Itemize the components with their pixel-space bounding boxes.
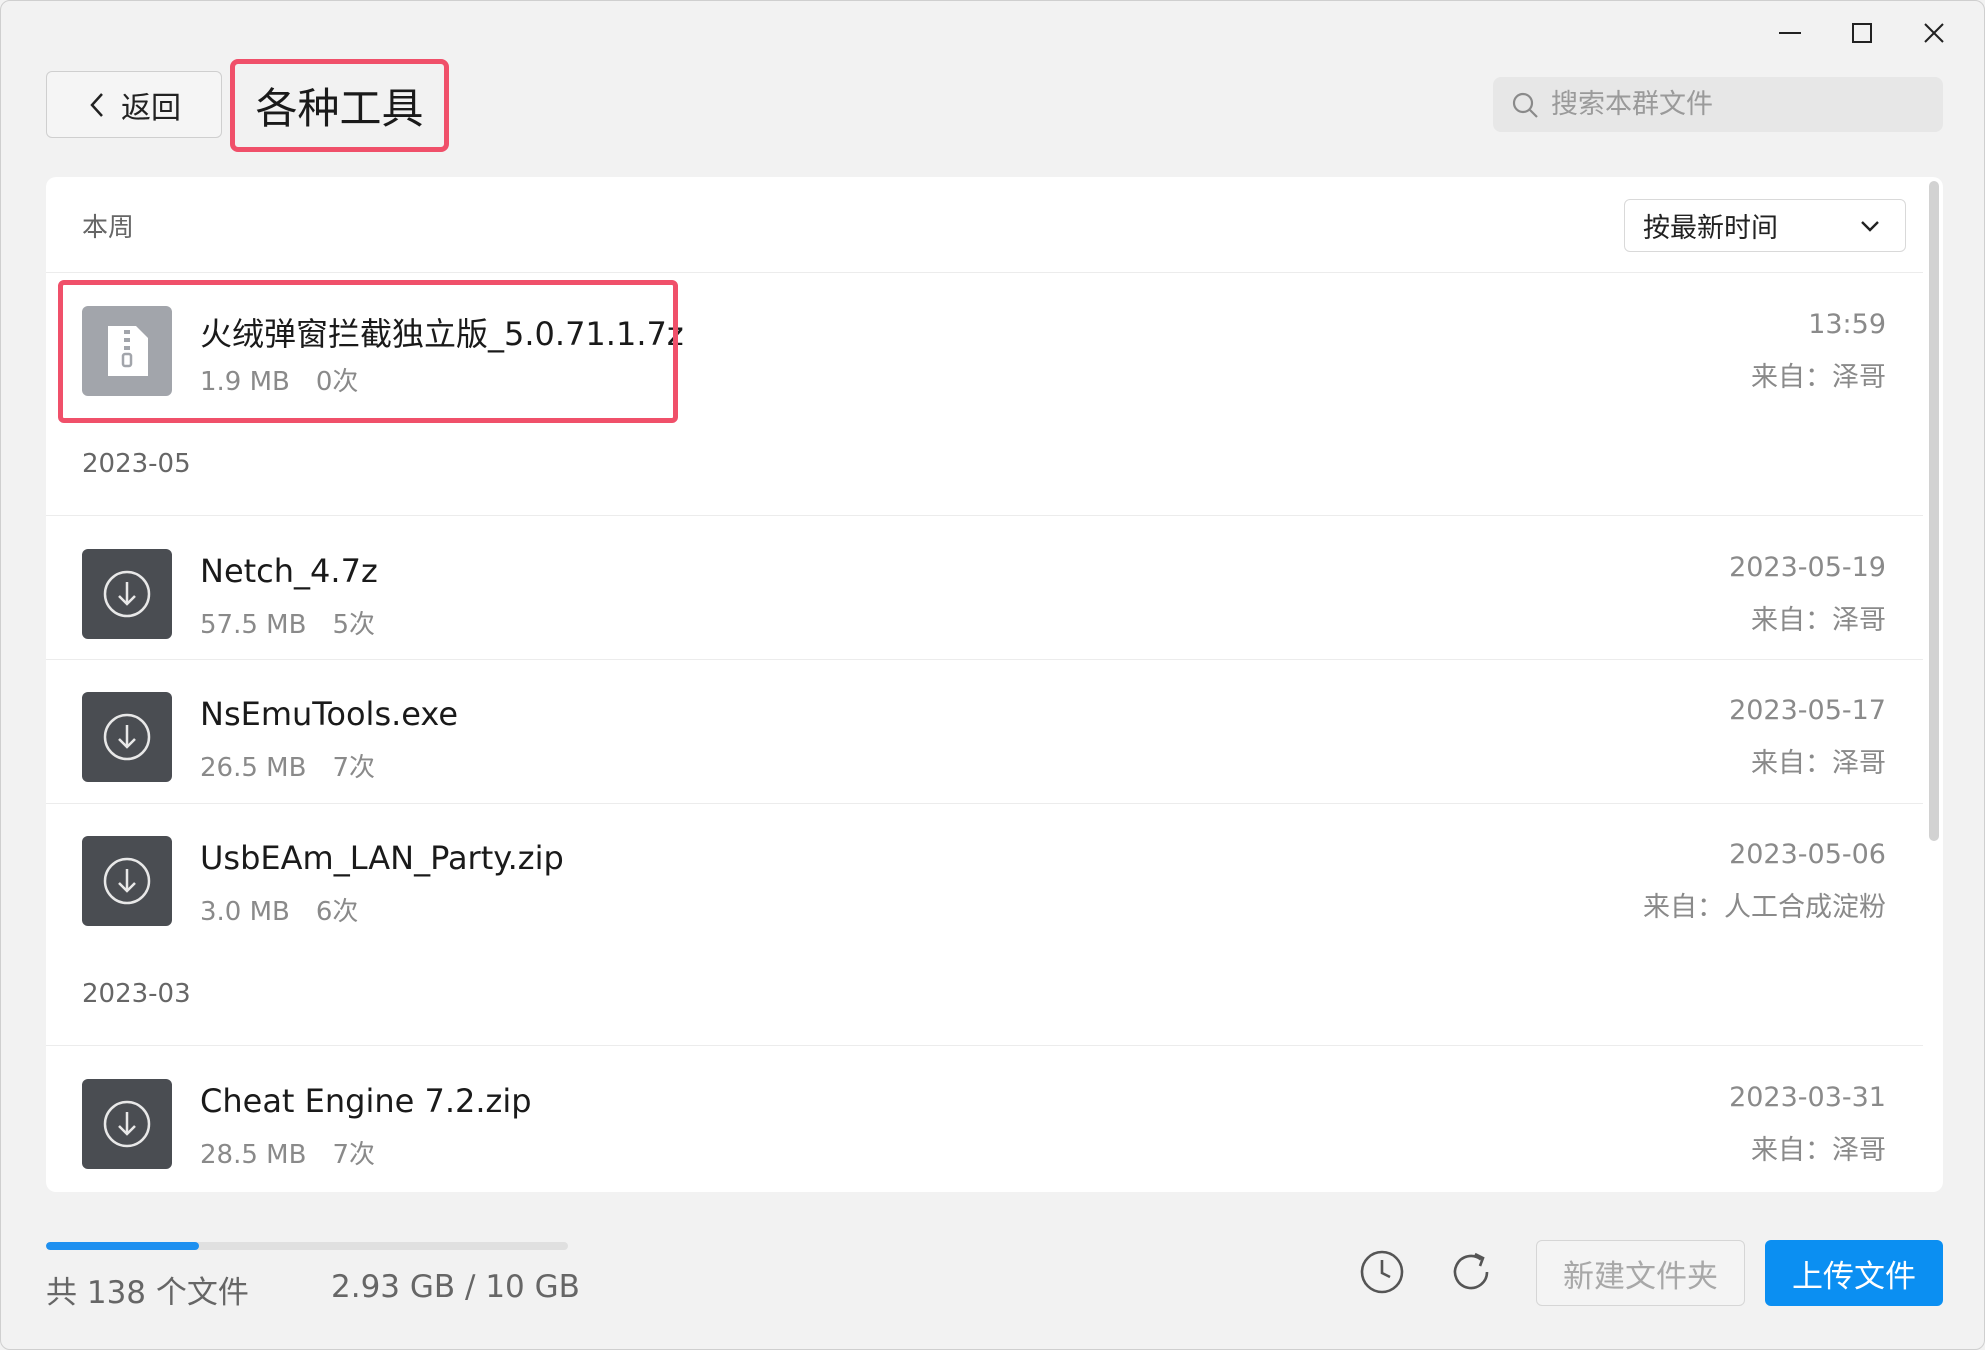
section-header-2023-05: 2023-05	[82, 449, 191, 479]
file-date: 2023-05-19	[1729, 552, 1886, 583]
new-folder-button[interactable]: 新建文件夹	[1536, 1240, 1745, 1306]
file-list-panel: 本周 按最新时间 火绒弹窗拦截独立版_5.0.71.1.7z 1.9 MB 0次 …	[46, 177, 1943, 1192]
close-button[interactable]	[1898, 11, 1970, 55]
refresh-button[interactable]	[1446, 1247, 1496, 1297]
storage-progress-bar	[46, 1242, 568, 1250]
divider	[46, 659, 1923, 660]
file-row[interactable]: 火绒弹窗拦截独立版_5.0.71.1.7z 1.9 MB 0次 13:59 来自：…	[46, 279, 1923, 423]
scrollbar-thumb[interactable]	[1929, 181, 1939, 841]
download-count: 0次	[315, 367, 359, 397]
divider	[46, 515, 1923, 516]
file-row[interactable]: UsbEAm_LAN_Party.zip 3.0 MB 6次 2023-05-06…	[46, 809, 1923, 953]
sort-selected-label: 按最新时间	[1643, 213, 1778, 244]
refresh-icon	[1453, 1252, 1489, 1290]
maximize-icon	[1852, 23, 1872, 43]
close-icon	[1924, 23, 1944, 43]
file-count: 共 138 个文件	[46, 1275, 249, 1311]
file-date: 2023-03-31	[1729, 1082, 1886, 1113]
chevron-down-icon	[1861, 220, 1879, 232]
divider	[46, 1045, 1923, 1046]
file-uploader: 来自：泽哥	[1751, 362, 1886, 393]
download-icon	[82, 692, 172, 782]
file-uploader: 来自：泽哥	[1751, 748, 1886, 779]
history-button[interactable]	[1357, 1247, 1407, 1297]
scrollbar[interactable]	[1923, 177, 1943, 1192]
sort-dropdown[interactable]: 按最新时间	[1624, 199, 1906, 252]
file-uploader: 来自：人工合成淀粉	[1643, 892, 1886, 923]
file-size: 26.5 MB	[200, 753, 307, 783]
file-size: 1.9 MB	[200, 367, 290, 397]
file-name[interactable]: Netch_4.7z	[200, 552, 378, 590]
folder-title: 各种工具	[230, 59, 449, 152]
file-meta: 3.0 MB 6次	[200, 891, 358, 928]
file-meta: 57.5 MB 5次	[200, 604, 375, 641]
archive-file-icon	[82, 306, 172, 396]
divider	[46, 803, 1923, 804]
section-header-2023-03: 2023-03	[82, 979, 191, 1009]
file-date: 2023-05-06	[1729, 839, 1886, 870]
maximize-button[interactable]	[1826, 11, 1898, 55]
download-count: 7次	[332, 753, 375, 783]
upload-file-button[interactable]: 上传文件	[1765, 1240, 1943, 1306]
file-meta: 26.5 MB 7次	[200, 747, 375, 784]
window-controls	[1754, 11, 1970, 55]
download-icon	[82, 549, 172, 639]
file-meta: 1.9 MB 0次	[200, 361, 358, 398]
file-row[interactable]: Netch_4.7z 57.5 MB 5次 2023-05-19 来自：泽哥	[46, 522, 1923, 666]
file-meta: 28.5 MB 7次	[200, 1134, 375, 1171]
file-row[interactable]: NsEmuTools.exe 26.5 MB 7次 2023-05-17 来自：泽…	[46, 665, 1923, 809]
minimize-button[interactable]	[1754, 11, 1826, 55]
storage-progress-fill	[46, 1242, 199, 1250]
download-count: 5次	[332, 610, 375, 640]
file-date: 13:59	[1808, 309, 1886, 340]
back-button[interactable]: 返回	[46, 71, 222, 138]
divider	[46, 272, 1923, 273]
file-uploader: 来自：泽哥	[1751, 1135, 1886, 1166]
group-files-window: 返回 各种工具 本周 按最新时间	[0, 0, 1985, 1350]
search-input[interactable]	[1551, 89, 1911, 120]
file-row[interactable]: Cheat Engine 7.2.zip 28.5 MB 7次 2023-03-3…	[46, 1052, 1923, 1192]
file-uploader: 来自：泽哥	[1751, 605, 1886, 636]
file-date: 2023-05-17	[1729, 695, 1886, 726]
file-name[interactable]: NsEmuTools.exe	[200, 695, 458, 733]
download-icon	[82, 836, 172, 926]
search-box[interactable]	[1493, 77, 1943, 132]
chevron-left-icon	[90, 92, 103, 117]
minimize-icon	[1779, 32, 1801, 34]
search-icon	[1512, 92, 1538, 118]
file-size: 3.0 MB	[200, 897, 290, 927]
download-count: 6次	[315, 897, 359, 927]
file-name[interactable]: UsbEAm_LAN_Party.zip	[200, 839, 564, 877]
clock-icon	[1360, 1250, 1404, 1294]
download-icon	[82, 1079, 172, 1169]
back-label: 返回	[121, 90, 181, 126]
download-count: 7次	[332, 1140, 375, 1170]
file-size: 28.5 MB	[200, 1140, 307, 1170]
file-size: 57.5 MB	[200, 610, 307, 640]
file-name[interactable]: 火绒弹窗拦截独立版_5.0.71.1.7z	[200, 309, 684, 355]
storage-used: 2.93 GB / 10 GB	[331, 1269, 580, 1305]
file-name[interactable]: Cheat Engine 7.2.zip	[200, 1082, 532, 1120]
